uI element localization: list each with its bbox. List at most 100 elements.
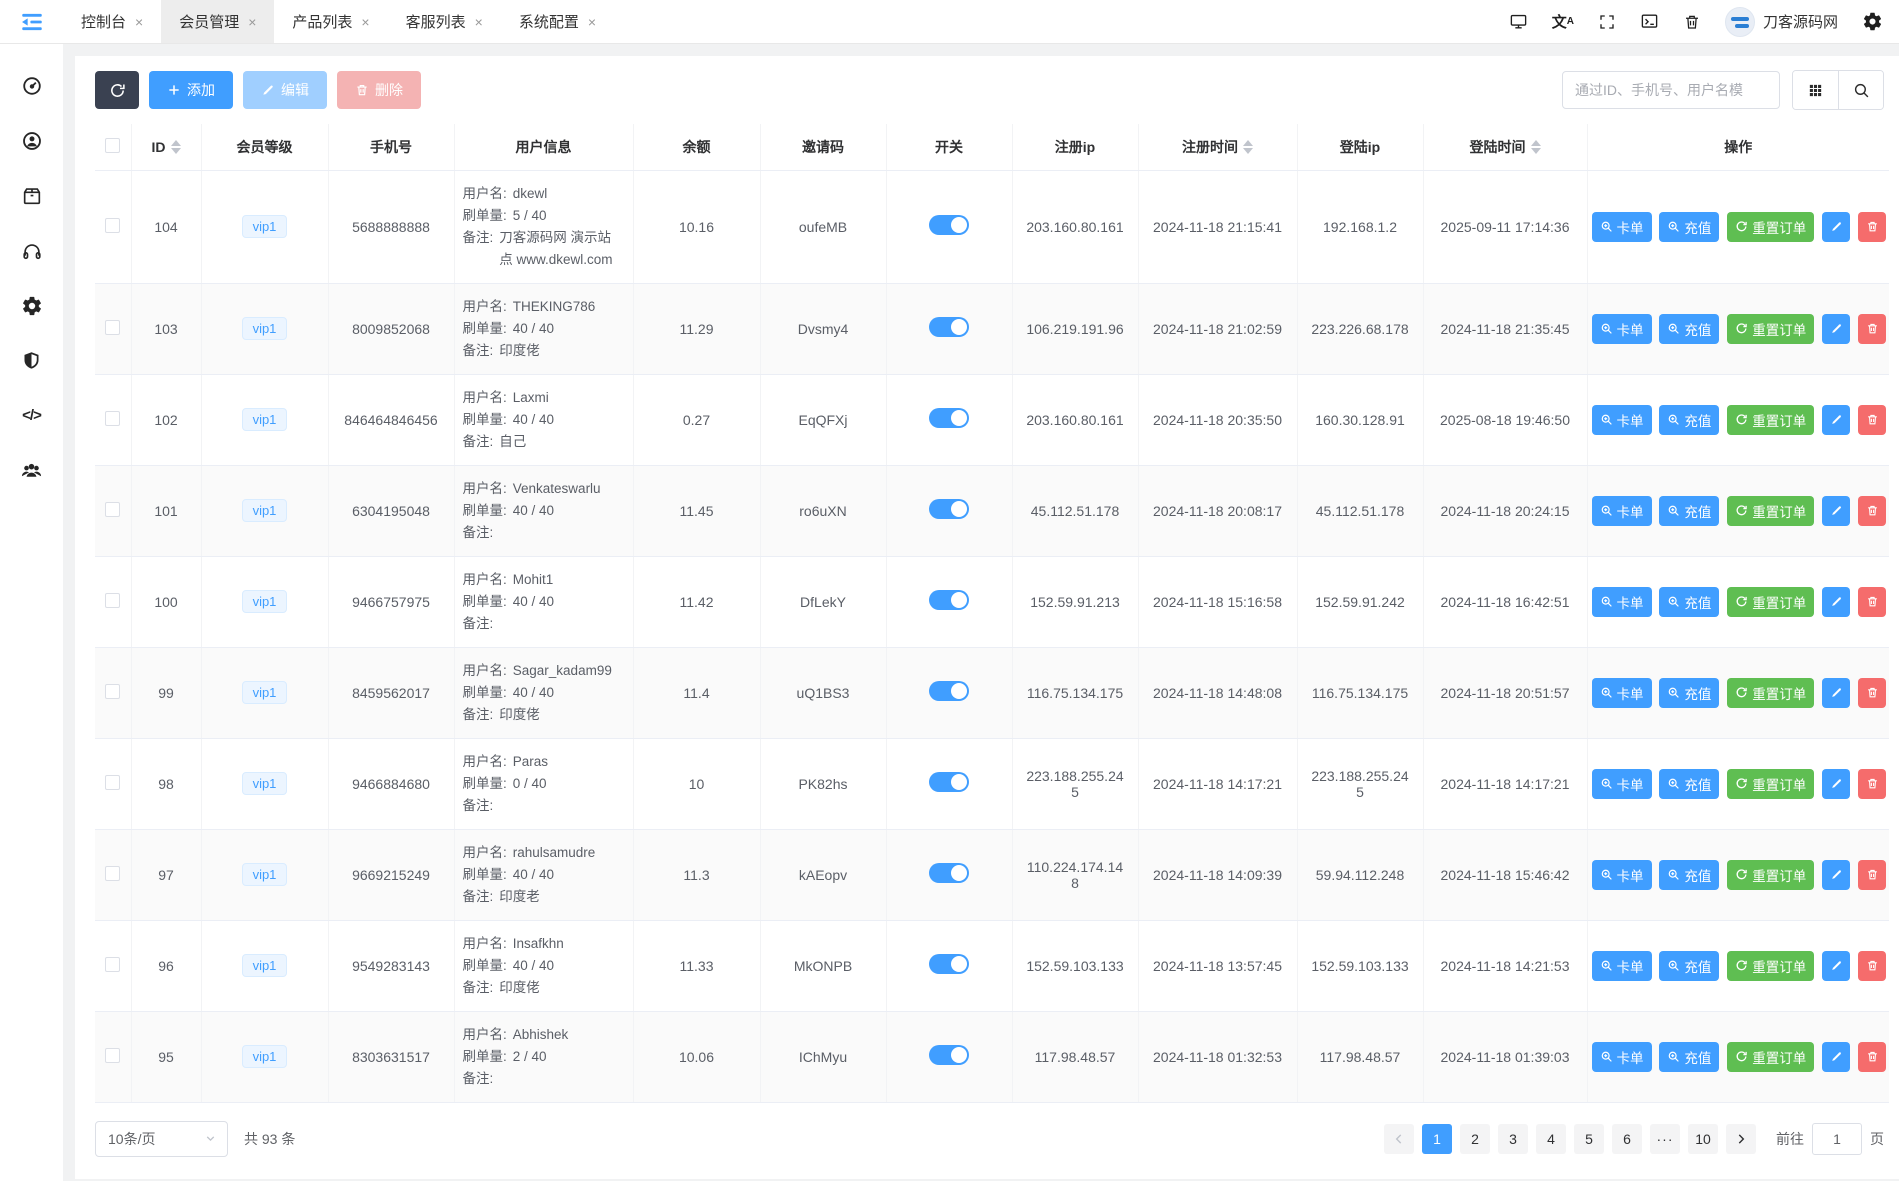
goto-page-input[interactable]: [1812, 1123, 1862, 1155]
enable-toggle[interactable]: [929, 590, 969, 610]
delete-row-button[interactable]: [1858, 951, 1886, 981]
topbar-tab[interactable]: 会员管理 ×: [161, 0, 274, 43]
reset-orders-button[interactable]: 重置订单: [1727, 405, 1814, 435]
reset-orders-button[interactable]: 重置订单: [1727, 587, 1814, 617]
card-order-button[interactable]: 卡单: [1592, 860, 1652, 890]
card-order-button[interactable]: 卡单: [1592, 212, 1652, 242]
edit-row-button[interactable]: [1822, 951, 1850, 981]
card-order-button[interactable]: 卡单: [1592, 951, 1652, 981]
delete-row-button[interactable]: [1858, 769, 1886, 799]
edit-row-button[interactable]: [1822, 1042, 1850, 1072]
close-icon[interactable]: ×: [135, 15, 143, 29]
enable-toggle[interactable]: [929, 317, 969, 337]
terminal-icon[interactable]: [1640, 12, 1659, 31]
grid-view-button[interactable]: [1793, 71, 1838, 109]
delete-row-button[interactable]: [1858, 1042, 1886, 1072]
column-header[interactable]: ID: [131, 124, 201, 170]
sidebar-item-service[interactable]: [0, 223, 63, 278]
sidebar-item-users[interactable]: [0, 443, 63, 498]
row-checkbox[interactable]: [105, 411, 120, 426]
card-order-button[interactable]: 卡单: [1592, 314, 1652, 344]
enable-toggle[interactable]: [929, 408, 969, 428]
delete-row-button[interactable]: [1858, 496, 1886, 526]
reset-orders-button[interactable]: 重置订单: [1727, 860, 1814, 890]
card-order-button[interactable]: 卡单: [1592, 496, 1652, 526]
enable-toggle[interactable]: [929, 1045, 969, 1065]
page-button[interactable]: ···: [1650, 1124, 1680, 1154]
delete-row-button[interactable]: [1858, 212, 1886, 242]
recharge-button[interactable]: 充值: [1659, 1042, 1719, 1072]
trash-icon[interactable]: [1683, 13, 1701, 31]
delete-row-button[interactable]: [1858, 678, 1886, 708]
row-checkbox[interactable]: [105, 502, 120, 517]
search-button[interactable]: [1838, 71, 1883, 109]
search-input[interactable]: [1562, 71, 1780, 109]
sidebar-item-dashboard[interactable]: [0, 58, 63, 113]
edit-row-button[interactable]: [1822, 587, 1850, 617]
page-button[interactable]: 10: [1688, 1124, 1718, 1154]
sort-icon[interactable]: [1531, 140, 1541, 154]
sidebar-item-code[interactable]: </>: [0, 388, 63, 443]
sidebar-item-config[interactable]: [0, 278, 63, 333]
delete-row-button[interactable]: [1858, 860, 1886, 890]
edit-button[interactable]: 编辑: [243, 71, 327, 109]
edit-row-button[interactable]: [1822, 496, 1850, 526]
reset-orders-button[interactable]: 重置订单: [1727, 212, 1814, 242]
row-checkbox[interactable]: [105, 775, 120, 790]
reset-orders-button[interactable]: 重置订单: [1727, 1042, 1814, 1072]
monitor-icon[interactable]: [1509, 12, 1528, 31]
recharge-button[interactable]: 充值: [1659, 314, 1719, 344]
edit-row-button[interactable]: [1822, 405, 1850, 435]
recharge-button[interactable]: 充值: [1659, 212, 1719, 242]
edit-row-button[interactable]: [1822, 860, 1850, 890]
delete-button[interactable]: 删除: [337, 71, 421, 109]
row-checkbox[interactable]: [105, 1048, 120, 1063]
close-icon[interactable]: ×: [248, 15, 256, 29]
reset-orders-button[interactable]: 重置订单: [1727, 496, 1814, 526]
sidebar-item-products[interactable]: [0, 168, 63, 223]
edit-row-button[interactable]: [1822, 212, 1850, 242]
page-button[interactable]: 6: [1612, 1124, 1642, 1154]
page-button[interactable]: 5: [1574, 1124, 1604, 1154]
edit-row-button[interactable]: [1822, 678, 1850, 708]
enable-toggle[interactable]: [929, 863, 969, 883]
sidebar-collapse-button[interactable]: [0, 0, 63, 43]
column-header[interactable]: 注册时间: [1138, 124, 1297, 170]
page-button[interactable]: 2: [1460, 1124, 1490, 1154]
card-order-button[interactable]: 卡单: [1592, 769, 1652, 799]
settings-gear-icon[interactable]: [1862, 11, 1883, 32]
edit-row-button[interactable]: [1822, 769, 1850, 799]
prev-page-button[interactable]: [1384, 1124, 1414, 1154]
card-order-button[interactable]: 卡单: [1592, 678, 1652, 708]
column-header[interactable]: 登陆时间: [1423, 124, 1587, 170]
add-button[interactable]: 添加: [149, 71, 233, 109]
close-icon[interactable]: ×: [475, 15, 483, 29]
close-icon[interactable]: ×: [361, 15, 369, 29]
recharge-button[interactable]: 充值: [1659, 951, 1719, 981]
recharge-button[interactable]: 充值: [1659, 405, 1719, 435]
page-button[interactable]: 3: [1498, 1124, 1528, 1154]
fullscreen-icon[interactable]: [1598, 13, 1616, 31]
next-page-button[interactable]: [1726, 1124, 1756, 1154]
recharge-button[interactable]: 充值: [1659, 769, 1719, 799]
row-checkbox[interactable]: [105, 218, 120, 233]
refresh-button[interactable]: [95, 71, 139, 109]
enable-toggle[interactable]: [929, 681, 969, 701]
topbar-tab[interactable]: 控制台 ×: [63, 0, 161, 43]
recharge-button[interactable]: 充值: [1659, 587, 1719, 617]
card-order-button[interactable]: 卡单: [1592, 587, 1652, 617]
reset-orders-button[interactable]: 重置订单: [1727, 678, 1814, 708]
row-checkbox[interactable]: [105, 684, 120, 699]
delete-row-button[interactable]: [1858, 587, 1886, 617]
row-checkbox[interactable]: [105, 866, 120, 881]
translate-icon[interactable]: 文A: [1552, 11, 1574, 32]
topbar-tab[interactable]: 产品列表 ×: [274, 0, 387, 43]
page-size-select[interactable]: 10条/页: [95, 1121, 228, 1157]
edit-row-button[interactable]: [1822, 314, 1850, 344]
page-button[interactable]: 1: [1422, 1124, 1452, 1154]
enable-toggle[interactable]: [929, 954, 969, 974]
sort-icon[interactable]: [1243, 140, 1253, 154]
topbar-tab[interactable]: 系统配置 ×: [501, 0, 614, 43]
recharge-button[interactable]: 充值: [1659, 860, 1719, 890]
close-icon[interactable]: ×: [588, 15, 596, 29]
